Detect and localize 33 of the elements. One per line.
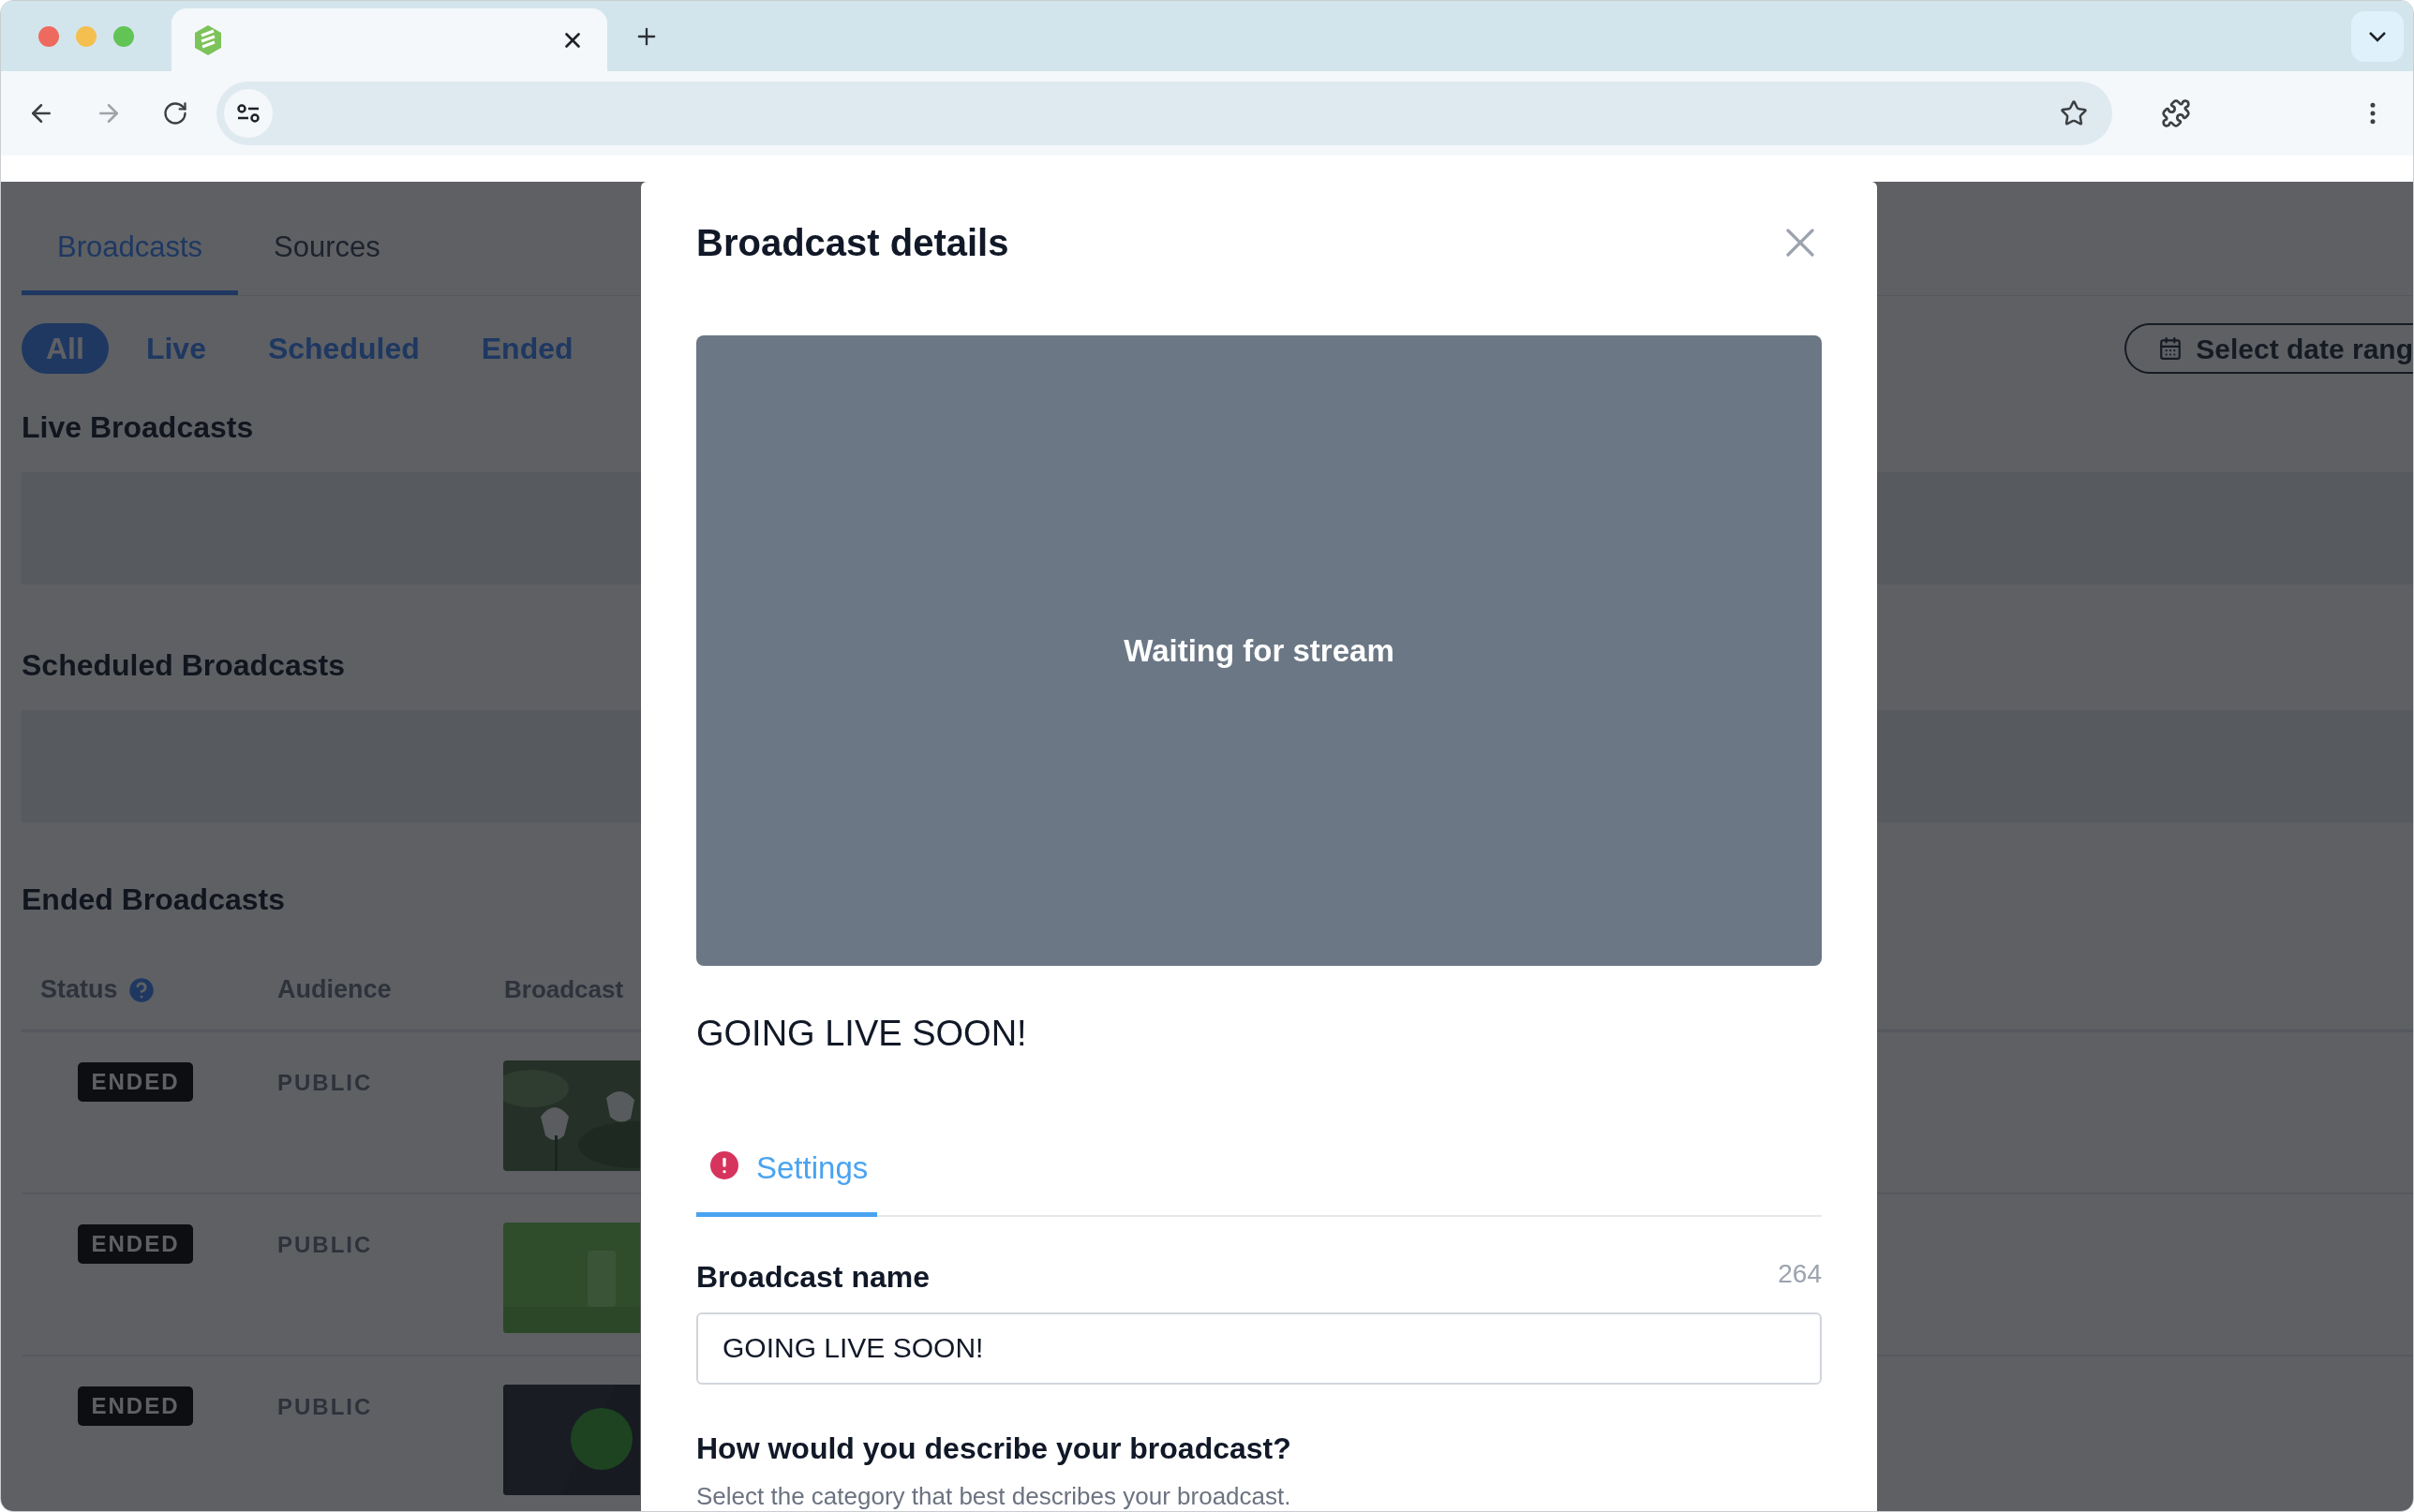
minimize-window-icon[interactable] [76, 25, 97, 47]
dialog-tab[interactable]: Settings [696, 1145, 878, 1217]
preview-message: Waiting for stream [1124, 631, 1394, 670]
filter-chip[interactable]: Ended [456, 323, 598, 374]
dialog-title: Broadcast details [696, 221, 1009, 265]
reload-icon[interactable] [162, 100, 188, 126]
broadcast-title: GOING LIVE SOON! [696, 1013, 1027, 1055]
date-range-button[interactable]: Select date rang [2124, 323, 2413, 374]
status-badge: ENDED [78, 1062, 193, 1102]
extensions-icon[interactable] [2161, 98, 2191, 128]
site-settings-button[interactable] [224, 89, 273, 138]
chevron-down-icon [2368, 30, 2387, 42]
question-heading: How would you describe your broadcast? [696, 1430, 1291, 1467]
hexagon-logo-icon [194, 24, 222, 55]
status-badge: ENDED [78, 1386, 193, 1426]
tab-list-button[interactable] [2351, 10, 2404, 62]
section-heading: Scheduled Broadcasts [22, 647, 345, 684]
status-badge: ENDED [78, 1224, 193, 1264]
bookmark-star-icon[interactable] [2060, 99, 2088, 127]
filter-chip[interactable]: Scheduled [243, 323, 444, 374]
filter-chip[interactable]: Live [121, 323, 231, 374]
section-heading: Live Broadcasts [22, 409, 254, 446]
broadcast-name-field[interactable]: GOING LIVE SOON! [696, 1312, 1822, 1385]
section-heading: Ended Broadcasts [22, 882, 285, 918]
character-counter: 264 [1778, 1257, 1822, 1290]
sliders-icon [236, 102, 261, 125]
question-hint: Select the category that best describes your broadcast. [696, 1480, 1291, 1511]
field-label: Broadcast name [696, 1258, 930, 1296]
page-tab[interactable]: Sources [238, 181, 416, 295]
close-window-icon[interactable] [38, 25, 59, 47]
zoom-window-icon[interactable] [113, 25, 134, 47]
calendar-icon [2158, 336, 2183, 361]
page-tab[interactable]: Broadcasts [22, 181, 239, 295]
